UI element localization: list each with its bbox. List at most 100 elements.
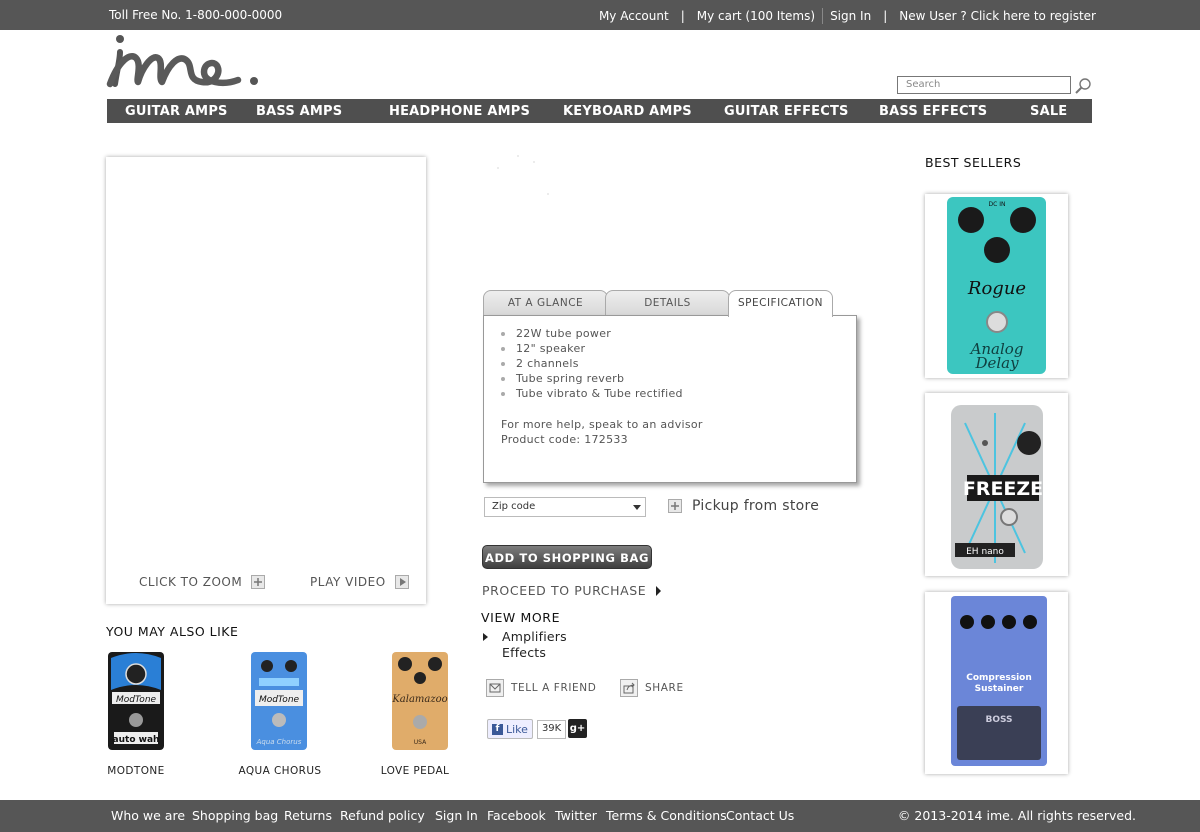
tab-at-a-glance[interactable]: AT A GLANCE [483,290,608,315]
tell-a-friend-link[interactable]: TELL A FRIEND [486,679,596,697]
also-like-title: YOU MAY ALSO LIKE [106,624,239,639]
freeze-pedal-image[interactable]: FREEZE EH nano [925,393,1068,576]
my-cart-link[interactable]: My cart (100 Items) [697,9,815,23]
sign-in-link[interactable]: Sign In [830,9,871,23]
svg-text:ModTone: ModTone [116,695,157,705]
product-code: Product code: 172533 [501,433,628,446]
share-link[interactable]: SHARE [620,679,684,697]
ime-logo[interactable] [106,32,266,92]
spec-item: Tube spring reverb [498,371,683,386]
plus-icon[interactable] [668,499,682,513]
tab-specification[interactable]: SPECIFICATION [728,290,833,317]
view-more-effects-link[interactable]: Effects [502,645,546,660]
also-like-item-aqua-chorus[interactable]: ModTone Aqua Chorus AQUA CHORUS [225,650,335,777]
svg-text:FREEZE: FREEZE [963,478,1043,500]
main-nav: GUITAR AMPS BASS AMPS HEADPHONE AMPS KEY… [107,99,1092,123]
footer-link-contact-us[interactable]: Contact Us [726,808,794,823]
footer-link-terms[interactable]: Terms & Conditions [606,808,727,823]
nav-keyboard-amps[interactable]: KEYBOARD AMPS [563,104,692,119]
spec-item: 22W tube power [498,326,683,341]
product-title-placeholder [497,155,549,195]
facebook-icon: f [492,723,503,735]
tell-a-friend-label: TELL A FRIEND [511,682,597,694]
add-to-shopping-bag-button[interactable]: ADD TO SHOPPING BAG [482,545,652,569]
view-more-amplifiers-link[interactable]: Amplifiers [502,629,567,644]
share-icon [620,679,638,697]
best-seller-boss-cs3[interactable]: Compression Sustainer BOSS [925,592,1068,774]
top-bar: Toll Free No. 1-800-000-0000 My Account … [0,0,1200,30]
tab-details[interactable]: DETAILS [605,290,730,315]
share-label: SHARE [645,682,684,694]
nav-bass-effects[interactable]: BASS EFFECTS [879,104,987,119]
pickup-label: Pickup from store [692,498,820,514]
nav-guitar-amps[interactable]: GUITAR AMPS [125,104,228,119]
search-input[interactable]: Search [897,76,1071,94]
svg-text:Aqua Chorus: Aqua Chorus [256,738,302,746]
video-label: PLAY VIDEO [310,575,386,589]
svg-text:Delay: Delay [974,354,1019,372]
also-like-item-love-pedal[interactable]: Kalamazoo USA LOVE PEDAL [360,650,470,777]
specification-panel: 22W tube power 12" speaker 2 channels Tu… [483,315,857,483]
zip-code-value: Zip code [492,501,536,512]
nav-guitar-effects[interactable]: GUITAR EFFECTS [724,104,849,119]
also-like-caption[interactable]: AQUA CHORUS [225,765,335,777]
arrow-right-icon [656,585,662,596]
nav-bass-amps[interactable]: BASS AMPS [256,104,342,119]
spec-item: 2 channels [498,356,683,371]
zoom-label: CLICK TO ZOOM [139,575,243,589]
footer-link-shopping-bag[interactable]: Shopping bag [192,808,278,823]
best-seller-ehx-freeze[interactable]: FREEZE EH nano [925,393,1068,576]
svg-text:Sustainer: Sustainer [975,684,1024,694]
my-account-link[interactable]: My Account [599,9,669,23]
help-text: For more help, speak to an advisor Produ… [501,417,703,447]
proceed-to-purchase-link[interactable]: PROCEED TO PURCHASE [482,583,662,598]
product-image-box[interactable]: CLICK TO ZOOM PLAY VIDEO [106,157,426,604]
svg-text:ModTone: ModTone [259,695,300,705]
also-like-caption[interactable]: LOVE PEDAL [360,765,470,777]
svg-text:BOSS: BOSS [985,715,1012,725]
google-plus-button[interactable]: g+ [568,719,587,738]
also-like-item-modtone[interactable]: ModTone auto wah MODTONE [81,650,191,777]
zip-code-select[interactable]: Zip code [484,497,646,517]
footer-link-sign-in[interactable]: Sign In [435,808,478,823]
analog-delay-pedal-image[interactable]: DC IN Rogue Analog Delay [925,194,1068,378]
click-to-zoom-button[interactable]: CLICK TO ZOOM [139,575,266,589]
footer-link-facebook[interactable]: Facebook [487,808,546,823]
nav-sale[interactable]: SALE [1030,104,1067,119]
best-seller-rogue-analog-delay[interactable]: DC IN Rogue Analog Delay [925,194,1068,378]
divider [822,8,824,24]
svg-text:Kalamazoo: Kalamazoo [391,694,447,705]
register-link[interactable]: New User ? Click here to register [899,9,1096,23]
plus-icon [251,575,266,589]
proceed-label: PROCEED TO PURCHASE [482,583,647,598]
separator: | [883,9,888,23]
facebook-like-label: Like [506,722,528,736]
account-links: My Account | My cart (100 Items) Sign In… [599,8,1096,24]
footer-link-twitter[interactable]: Twitter [555,808,597,823]
svg-text:DC IN: DC IN [989,201,1006,208]
play-video-button[interactable]: PLAY VIDEO [310,575,409,589]
arrow-right-icon [483,633,488,641]
svg-text:auto wah: auto wah [113,735,160,745]
modtone-pedal-image[interactable]: ModTone auto wah [81,650,191,755]
also-like-caption[interactable]: MODTONE [81,765,191,777]
compression-sustainer-pedal-image[interactable]: Compression Sustainer BOSS [925,592,1068,774]
footer-link-who-we-are[interactable]: Who we are [111,808,185,823]
aqua-chorus-pedal-image[interactable]: ModTone Aqua Chorus [225,650,335,755]
pickup-from-store-option[interactable]: Pickup from store [668,498,819,514]
nav-headphone-amps[interactable]: HEADPHONE AMPS [389,104,530,119]
view-more-title: VIEW MORE [481,610,561,625]
copyright: © 2013-2014 ime. All rights reserved. [897,808,1136,823]
love-pedal-image[interactable]: Kalamazoo USA [360,650,470,755]
svg-text:EH nano: EH nano [966,547,1004,557]
facebook-like-button[interactable]: f Like [487,719,533,739]
search-icon[interactable] [1073,76,1093,96]
spec-item: 12" speaker [498,341,683,356]
toll-free-number: Toll Free No. 1-800-000-0000 [109,8,283,22]
svg-text:Rogue: Rogue [967,278,1026,299]
svg-text:Compression: Compression [966,673,1032,683]
spec-item: Tube vibrato & Tube rectified [498,386,683,401]
footer-link-refund-policy[interactable]: Refund policy [340,808,425,823]
footer-link-returns[interactable]: Returns [284,808,332,823]
product-tabs: AT A GLANCE DETAILS SPECIFICATION [483,290,863,317]
